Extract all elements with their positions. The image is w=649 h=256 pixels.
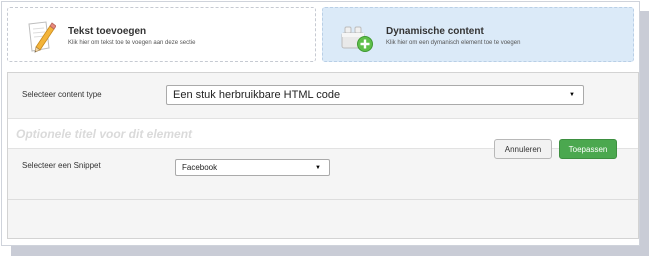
add-text-card[interactable]: Tekst toevoegen Klik hier om tekst toe t… [7,7,316,62]
snippet-select[interactable]: Facebook ▼ [175,159,330,176]
chevron-down-icon: ▼ [315,164,321,171]
form-footer [8,200,638,238]
content-dialog: Tekst toevoegen Klik hier om tekst toe t… [1,1,640,246]
snippet-label: Selecteer een Snippet [22,161,101,170]
add-text-title: Tekst toevoegen [68,26,147,37]
element-title-input[interactable] [16,124,416,144]
dynamic-content-subtitle: Klik hier om een dymanisch element toe t… [386,40,521,46]
chevron-down-icon: ▼ [569,92,575,98]
apply-button[interactable]: Toepassen [559,139,617,159]
cancel-button[interactable]: Annuleren [494,139,552,159]
snippet-value: Facebook [182,163,218,172]
content-type-value: Een stuk herbruikbare HTML code [173,89,341,101]
content-type-row: Selecteer content type Een stuk herbruik… [8,73,638,119]
blocks-add-icon [340,21,374,53]
content-type-select[interactable]: Een stuk herbruikbare HTML code ▼ [166,85,584,105]
add-text-subtitle: Klik hier om tekst toe te voegen aan dez… [68,40,196,46]
pencil-note-icon [26,20,57,54]
dynamic-content-title: Dynamische content [386,26,484,37]
dynamic-content-card[interactable]: Dynamische content Klik hier om een dyma… [322,7,634,62]
content-type-label: Selecteer content type [22,90,102,99]
